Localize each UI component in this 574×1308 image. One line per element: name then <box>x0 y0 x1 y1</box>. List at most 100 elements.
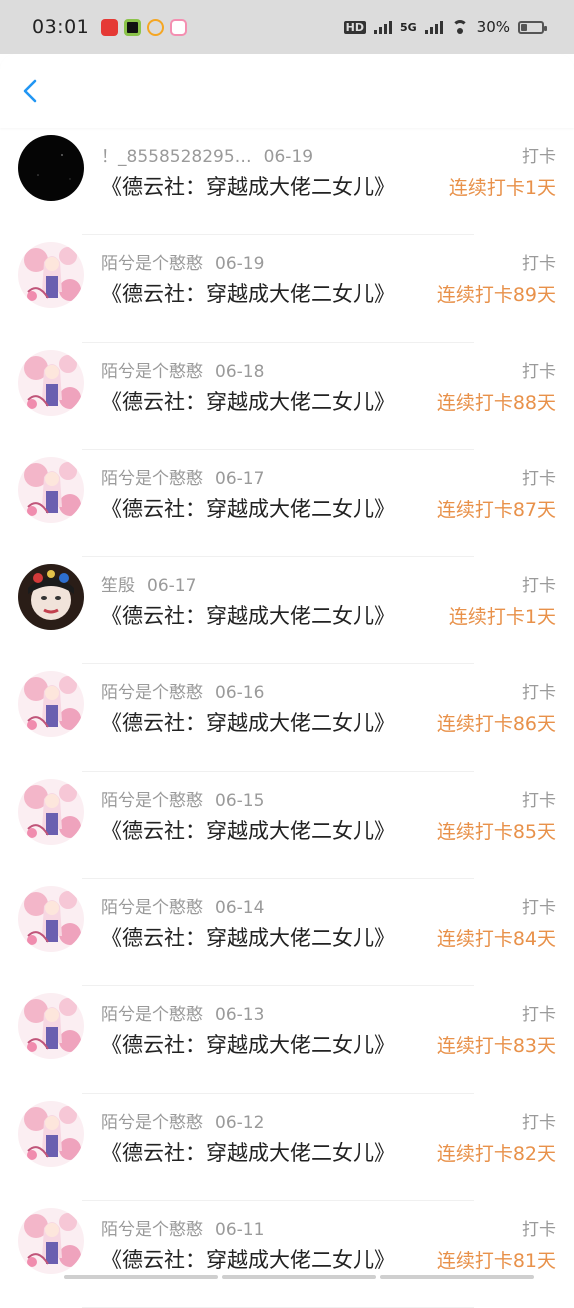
avatar-anime-girl-avatar[interactable] <box>18 671 84 738</box>
checkin-tag: 打卡 <box>522 576 556 597</box>
app-icon <box>124 18 142 36</box>
checkin-tag: 打卡 <box>522 898 556 919</box>
status-time: 03:01 <box>32 16 90 38</box>
book-title: 《德云社：穿越成大佬二女儿》 <box>101 496 395 521</box>
streak-label: 连续打卡85天 <box>436 820 556 843</box>
list-item[interactable]: 陌兮是个憨憨 06-19 《德云社：穿越成大佬二女儿》 打卡 连续打卡89天 <box>0 235 574 343</box>
list-item[interactable]: 陌兮是个憨憨 06-12 《德云社：穿越成大佬二女儿》 打卡 连续打卡82天 <box>0 1094 574 1201</box>
checkin-tag: 打卡 <box>522 468 556 489</box>
checkin-tag: 打卡 <box>522 1219 556 1240</box>
entry-date: 06-19 <box>263 147 314 167</box>
book-title: 《德云社：穿越成大佬二女儿》 <box>101 1140 395 1165</box>
avatar-anime-girl-avatar[interactable] <box>18 456 84 523</box>
user-name: 陌兮是个憨憨 <box>101 254 203 275</box>
user-name: 陌兮是个憨憨 <box>101 683 203 704</box>
book-title: 《德云社：穿越成大佬二女儿》 <box>101 604 395 629</box>
entry-meta: 陌兮是个憨憨 06-16 <box>101 678 264 703</box>
home-indicator <box>64 1275 534 1279</box>
streak-label: 连续打卡81天 <box>436 1249 556 1272</box>
signal-icon <box>373 20 392 34</box>
checkin-tag: 打卡 <box>522 361 556 382</box>
book-title: 《德云社：穿越成大佬二女儿》 <box>101 389 395 414</box>
avatar-anime-girl-avatar[interactable] <box>18 886 84 953</box>
entry-meta: 陌兮是个憨憨 06-13 <box>101 1000 264 1025</box>
streak-label: 连续打卡86天 <box>436 713 556 736</box>
avatar-anime-girl-avatar[interactable] <box>18 349 84 416</box>
checkin-tag: 打卡 <box>522 1005 556 1026</box>
streak-label: 连续打卡87天 <box>436 498 556 521</box>
user-name: 陌兮是个憨憨 <box>101 1112 203 1133</box>
wifi-icon <box>451 20 469 34</box>
entry-meta: 陌兮是个憨憨 06-11 <box>101 1215 264 1240</box>
book-title: 《德云社：穿越成大佬二女儿》 <box>101 1033 395 1058</box>
entry-meta: 陌兮是个憨憨 06-19 <box>101 249 264 274</box>
back-button[interactable] <box>16 76 46 106</box>
avatar-dark-sky-avatar[interactable] <box>18 135 84 201</box>
entry-meta: 陌兮是个憨憨 06-12 <box>101 1108 264 1133</box>
list-item[interactable]: 陌兮是个憨憨 06-14 《德云社：穿越成大佬二女儿》 打卡 连续打卡84天 <box>0 879 574 987</box>
entry-date: 06-17 <box>147 576 197 597</box>
checkin-tag: 打卡 <box>522 683 556 704</box>
streak-label: 连续打卡89天 <box>436 284 556 307</box>
status-indicators: HD 5G 30% <box>343 18 547 36</box>
entry-meta: 陌兮是个憨憨 06-18 <box>101 357 264 382</box>
signal-5g-icon <box>424 20 443 34</box>
checkin-list: ！_8558528295… 06-19 《德云社：穿越成大佬二女儿》 打卡 连续打… <box>0 128 574 1308</box>
user-name: 笙殷 <box>101 576 135 597</box>
notification-icons <box>101 18 188 36</box>
streak-label: 连续打卡1天 <box>448 606 556 629</box>
list-item[interactable]: 陌兮是个憨憨 06-13 《德云社：穿越成大佬二女儿》 打卡 连续打卡83天 <box>0 986 574 1094</box>
streak-label: 连续打卡88天 <box>436 391 556 414</box>
entry-date: 06-19 <box>215 254 265 275</box>
checkin-tag: 打卡 <box>522 147 556 167</box>
book-title: 《德云社：穿越成大佬二女儿》 <box>101 175 395 199</box>
list-item[interactable]: 陌兮是个憨憨 06-11 《德云社：穿越成大佬二女儿》 打卡 连续打卡81天 <box>0 1201 574 1308</box>
list-item[interactable]: 陌兮是个憨憨 06-17 《德云社：穿越成大佬二女儿》 打卡 连续打卡87天 <box>0 450 574 558</box>
book-title: 《德云社：穿越成大佬二女儿》 <box>101 926 395 951</box>
status-bar: 03:01 HD 5G 30% <box>0 0 574 54</box>
user-name: ！_8558528295… <box>101 147 252 167</box>
user-name: 陌兮是个憨憨 <box>101 1005 203 1026</box>
book-title: 《德云社：穿越成大佬二女儿》 <box>101 818 395 843</box>
checkin-tag: 打卡 <box>522 254 556 275</box>
entry-date: 06-18 <box>215 361 265 382</box>
user-name: 陌兮是个憨憨 <box>101 361 203 382</box>
entry-meta: 笙殷 06-17 <box>101 571 196 596</box>
entry-date: 06-16 <box>215 683 265 704</box>
user-name: 陌兮是个憨憨 <box>101 898 203 919</box>
streak-label: 连续打卡82天 <box>436 1142 556 1165</box>
user-name: 陌兮是个憨憨 <box>101 468 203 489</box>
avatar-anime-girl-avatar[interactable] <box>18 778 84 845</box>
chevron-left-icon <box>23 79 37 103</box>
list-item[interactable]: 笙殷 06-17 《德云社：穿越成大佬二女儿》 打卡 连续打卡1天 <box>0 557 574 665</box>
avatar-anime-girl-avatar[interactable] <box>18 1100 84 1167</box>
entry-meta: 陌兮是个憨憨 06-17 <box>101 464 264 489</box>
book-title: 《德云社：穿越成大佬二女儿》 <box>101 1247 395 1272</box>
streak-label: 连续打卡83天 <box>436 1035 556 1058</box>
hd-label: HD <box>343 20 366 34</box>
avatar-anime-girl-avatar[interactable] <box>18 993 84 1060</box>
battery-percent: 30% <box>476 18 510 36</box>
entry-date: 06-13 <box>215 1005 265 1026</box>
user-name: 陌兮是个憨憨 <box>101 1219 203 1240</box>
entry-date: 06-17 <box>215 468 265 489</box>
avatar-opera-face-avatar[interactable] <box>18 564 84 631</box>
list-item[interactable]: 陌兮是个憨憨 06-16 《德云社：穿越成大佬二女儿》 打卡 连续打卡86天 <box>0 664 574 772</box>
pink-app-icon <box>170 18 188 36</box>
streak-label: 连续打卡84天 <box>436 928 556 951</box>
list-item[interactable]: ！_8558528295… 06-19 《德云社：穿越成大佬二女儿》 打卡 连续打… <box>0 128 574 236</box>
entry-meta: 陌兮是个憨憨 06-14 <box>101 893 264 918</box>
avatar-anime-girl-avatar[interactable] <box>18 242 84 309</box>
battery-icon <box>518 20 547 34</box>
streak-label: 连续打卡1天 <box>448 177 556 199</box>
checkin-tag: 打卡 <box>522 1112 556 1133</box>
entry-meta: ！_8558528295… 06-19 <box>101 142 313 167</box>
entry-date: 06-15 <box>215 790 265 811</box>
list-item[interactable]: 陌兮是个憨憨 06-18 《德云社：穿越成大佬二女儿》 打卡 连续打卡88天 <box>0 343 574 450</box>
entry-meta: 陌兮是个憨憨 06-15 <box>101 786 264 811</box>
avatar-anime-girl-avatar[interactable] <box>18 1207 84 1274</box>
entry-date: 06-12 <box>215 1112 265 1133</box>
list-item[interactable]: 陌兮是个憨憨 06-15 《德云社：穿越成大佬二女儿》 打卡 连续打卡85天 <box>0 772 574 880</box>
book-title: 《德云社：穿越成大佬二女儿》 <box>101 282 395 307</box>
checkin-tag: 打卡 <box>522 790 556 811</box>
